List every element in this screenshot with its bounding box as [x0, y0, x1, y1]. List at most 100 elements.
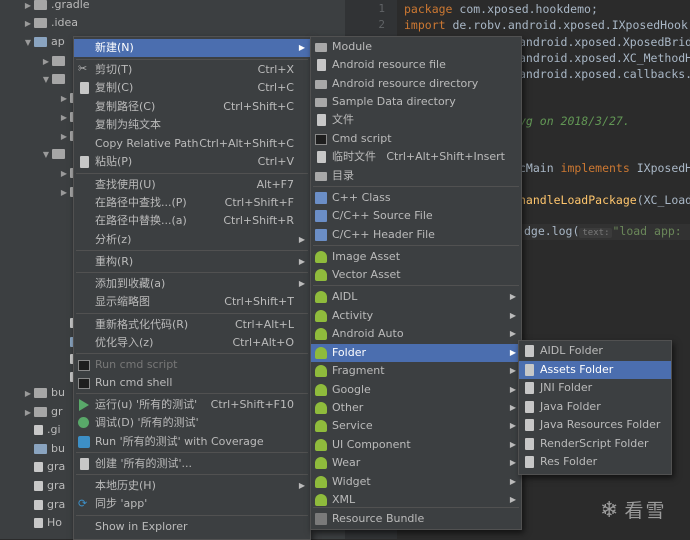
context-menu-item[interactable]: Copy Relative Path Ctrl+Alt+Shift+C — [74, 135, 310, 153]
context-menu-item[interactable]: 复制(C) Ctrl+C — [74, 79, 310, 97]
new-submenu-item[interactable]: Sample Data directory — [311, 93, 521, 111]
context-menu-item-label: 分析(z) — [95, 233, 132, 246]
context-menu-item[interactable]: 粘贴(P) Ctrl+V — [74, 153, 310, 171]
context-menu-item[interactable]: 创建 '所有的测试'... — [74, 455, 310, 473]
expand-arrow-icon[interactable]: ▶ — [22, 404, 34, 422]
new-submenu-item[interactable]: AIDL ▶ — [311, 288, 521, 306]
tree-row-gradlew[interactable]: gra — [34, 477, 65, 495]
context-menu-item-label: 复制为纯文本 — [95, 118, 161, 131]
expand-arrow-icon[interactable]: ▶ — [58, 184, 70, 202]
context-menu-item[interactable]: Run cmd shell — [74, 374, 310, 392]
new-submenu-item[interactable]: Module — [311, 38, 521, 56]
context-menu-item-label: 复制路径(C) — [95, 100, 156, 113]
context-menu-item-label: 运行(u) '所有的测试' — [95, 398, 198, 411]
collapse-arrow-icon[interactable]: ▼ — [40, 146, 52, 164]
tree-row-gradle[interactable]: ▶ .gradle — [22, 0, 90, 14]
android-icon — [315, 269, 327, 281]
tree-row-nested[interactable]: ▼ — [40, 70, 69, 88]
context-menu-item[interactable]: 运行(u) '所有的测试' Ctrl+Shift+F10 — [74, 396, 310, 414]
new-submenu-item[interactable]: C/C++ Header File — [311, 226, 521, 244]
new-submenu-item-label: Service — [332, 419, 373, 432]
context-menu-item[interactable]: 查找使用(U) Alt+F7 — [74, 176, 310, 194]
new-submenu-item[interactable]: Folder ▶ — [311, 344, 521, 362]
new-submenu-item[interactable]: Cmd script — [311, 130, 521, 148]
new-submenu-item[interactable]: Widget ▶ — [311, 473, 521, 491]
context-menu-item[interactable]: 新建(N) ▶ — [74, 39, 310, 57]
new-submenu-item[interactable]: Service ▶ — [311, 417, 521, 435]
new-submenu-item-label: Cmd script — [332, 132, 392, 145]
expand-arrow-icon[interactable]: ▶ — [58, 109, 70, 127]
tree-row-nested[interactable]: ▶ — [40, 52, 69, 70]
collapse-arrow-icon[interactable]: ▼ — [40, 71, 52, 89]
context-menu-item[interactable]: 添加到收藏(a) ▶ — [74, 275, 310, 293]
folder-submenu-item[interactable]: Java Folder — [519, 398, 671, 416]
new-submenu-item[interactable]: Wear ▶ — [311, 454, 521, 472]
context-menu-item[interactable]: 复制路径(C) Ctrl+Shift+C — [74, 98, 310, 116]
folder-submenu-item[interactable]: Assets Folder — [519, 361, 671, 379]
new-submenu-item[interactable]: Android Auto ▶ — [311, 325, 521, 343]
new-submenu-item[interactable]: UI Component ▶ — [311, 436, 521, 454]
expand-arrow-icon[interactable]: ▶ — [58, 165, 70, 183]
new-submenu-item[interactable]: Vector Asset — [311, 266, 521, 284]
folder-submenu-item[interactable]: Java Resources Folder — [519, 416, 671, 434]
new-submenu-item[interactable]: 目录 — [311, 167, 521, 185]
tree-row-app[interactable]: ▼ ap — [22, 33, 65, 51]
context-menu-item-label: 调试(D) '所有的测试' — [95, 416, 199, 429]
folder-submenu-item[interactable]: AIDL Folder — [519, 342, 671, 360]
context-menu-item[interactable]: 在路径中替换...(a) Ctrl+Shift+R — [74, 212, 310, 230]
new-submenu-item[interactable]: Activity ▶ — [311, 307, 521, 325]
expand-arrow-icon[interactable]: ▶ — [22, 0, 34, 15]
submenu-arrow-icon: ▶ — [298, 257, 305, 266]
context-menu-item[interactable]: 调试(D) '所有的测试' — [74, 414, 310, 432]
context-menu-item[interactable]: 显示缩略图 Ctrl+Shift+T — [74, 293, 310, 311]
context-menu-item-label: 显示缩略图 — [95, 295, 150, 308]
folder-submenu-item[interactable]: JNI Folder — [519, 379, 671, 397]
expand-arrow-icon[interactable]: ▶ — [58, 90, 70, 108]
context-menu-item-label: 重构(R) — [95, 255, 134, 268]
new-submenu-item-label: C/C++ Header File — [332, 228, 435, 241]
tree-row-gradle-props[interactable]: gra — [34, 458, 65, 476]
new-submenu-item[interactable]: C++ Class — [311, 189, 521, 207]
new-submenu-item[interactable]: C/C++ Source File — [311, 207, 521, 225]
expand-arrow-icon[interactable]: ▶ — [22, 385, 34, 403]
new-submenu-item[interactable]: 临时文件 Ctrl+Alt+Shift+Insert — [311, 148, 521, 166]
new-submenu-item[interactable]: 文件 — [311, 111, 521, 129]
context-menu-item[interactable]: ⟳ 同步 'app' — [74, 495, 310, 513]
new-submenu-item[interactable]: Image Asset — [311, 248, 521, 266]
new-submenu-item[interactable]: Fragment ▶ — [311, 362, 521, 380]
new-submenu-item[interactable]: Other ▶ — [311, 399, 521, 417]
expand-arrow-icon[interactable]: ▶ — [58, 128, 70, 146]
new-submenu-item[interactable]: Android resource directory — [311, 75, 521, 93]
collapse-arrow-icon[interactable]: ▼ — [22, 34, 34, 52]
new-submenu-item[interactable]: Android resource file — [311, 56, 521, 74]
new-submenu-item[interactable]: Resource Bundle — [311, 510, 521, 528]
folder-submenu-item[interactable]: RenderScript Folder — [519, 435, 671, 453]
context-menu-item[interactable]: 重构(R) ▶ — [74, 253, 310, 271]
context-menu-item[interactable]: Run cmd script — [74, 356, 310, 374]
context-menu-item[interactable]: Show in Explorer — [74, 518, 310, 536]
tree-row-hookdemo[interactable]: Ho — [34, 514, 62, 532]
tree-row-build[interactable]: ▶ bu — [22, 384, 65, 402]
tree-row-nested[interactable]: ▼ — [40, 145, 69, 163]
file-icon — [34, 481, 43, 491]
tree-row-gitignore[interactable]: .gi — [34, 421, 61, 439]
context-menu-item[interactable]: 优化导入(z) Ctrl+Alt+O — [74, 334, 310, 352]
tree-row-gradle-dir[interactable]: ▶ gr — [22, 403, 63, 421]
folder-submenu-item-label: Res Folder — [540, 455, 598, 468]
tree-row-idea[interactable]: ▶ .idea — [22, 14, 78, 32]
tree-row-build-gradle[interactable]: bu — [34, 440, 65, 458]
context-menu-item[interactable]: 本地历史(H) ▶ — [74, 477, 310, 495]
expand-arrow-icon[interactable]: ▶ — [22, 15, 34, 33]
new-submenu: Module Android resource file Android resou… — [310, 36, 522, 530]
context-menu-item[interactable]: Run '所有的测试' with Coverage — [74, 433, 310, 451]
context-menu-item[interactable]: ✂ 剪切(T) Ctrl+X — [74, 61, 310, 79]
new-submenu-item[interactable]: Google ▶ — [311, 381, 521, 399]
context-menu-item[interactable]: 在路径中查找...(P) Ctrl+Shift+F — [74, 194, 310, 212]
folder-submenu-item[interactable]: Res Folder — [519, 453, 671, 471]
context-menu-item[interactable]: 重新格式化代码(R) Ctrl+Alt+L — [74, 316, 310, 334]
context-menu-item[interactable]: 分析(z) ▶ — [74, 231, 310, 249]
menu-separator — [313, 285, 519, 286]
expand-arrow-icon[interactable]: ▶ — [40, 53, 52, 71]
tree-row-gradlew-bat[interactable]: gra — [34, 496, 65, 514]
context-menu-item[interactable]: 复制为纯文本 — [74, 116, 310, 134]
